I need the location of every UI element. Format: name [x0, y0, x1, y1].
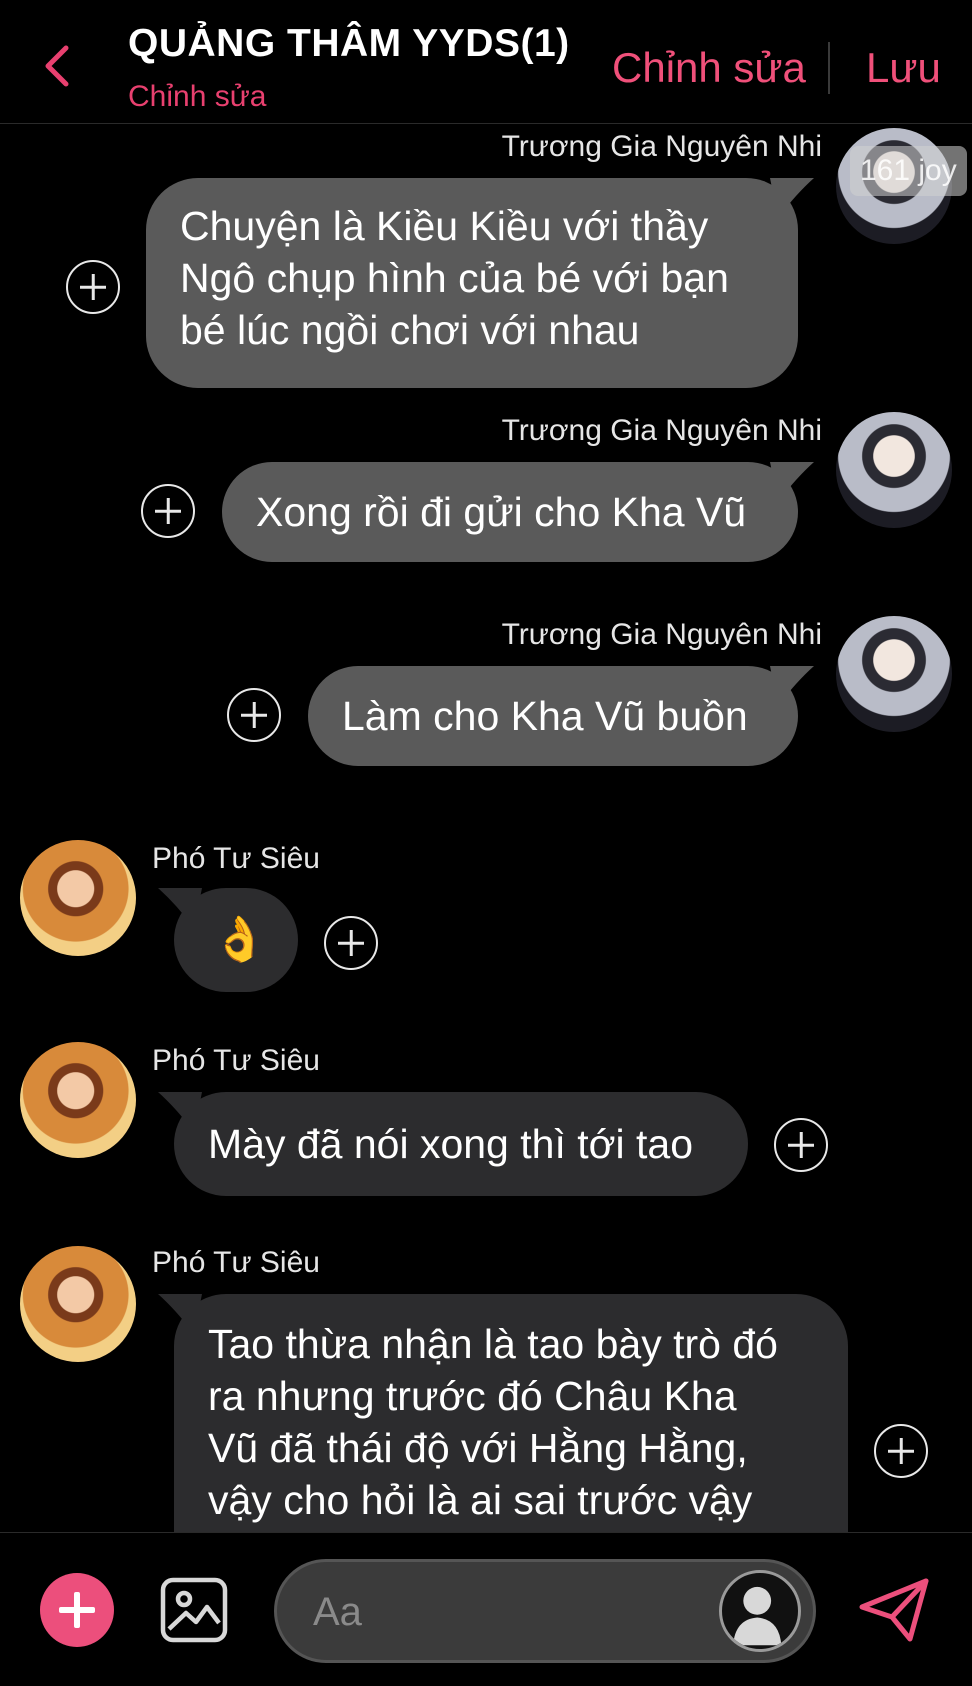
chat-title: QUẢNG THÂM YYDS(1): [128, 22, 570, 65]
sender-name: Trương Gia Nguyên Nhi: [501, 618, 822, 651]
send-icon: [859, 1578, 929, 1642]
message-text-line: Làm cho Kha Vũ buồn: [342, 693, 748, 739]
bubble-tail: [770, 666, 814, 706]
message-text-line: Ngô chụp hình của bé với bạn: [180, 255, 729, 301]
react-add-button[interactable]: [141, 484, 195, 538]
avatar-badge: 161 joy: [850, 146, 967, 196]
sender-avatar[interactable]: [20, 1246, 136, 1362]
message-list[interactable]: Trương Gia Nguyên Nhi Chuyện là Kiều Kiề…: [0, 124, 972, 1532]
message-bubble[interactable]: Mày đã nói xong thì tới tao: [158, 1092, 748, 1196]
message-text-line: Tao thừa nhận là tao bày trò đó: [208, 1321, 778, 1367]
message-bubble[interactable]: Tao thừa nhận là tao bày trò đó ra nhưng…: [158, 1294, 848, 1532]
add-attachment-button[interactable]: [40, 1573, 114, 1647]
header-divider: [828, 42, 830, 94]
bubble-tail: [158, 1092, 202, 1132]
bubble-tail: [770, 462, 814, 502]
sender-avatar[interactable]: [20, 840, 136, 956]
message-text-line: Chuyện là Kiều Kiều với thầy: [180, 203, 709, 249]
chevron-left-icon: [45, 45, 69, 87]
message-text-line: Vũ đã thái độ với Hằng Hằng,: [208, 1425, 748, 1471]
sender-name: Trương Gia Nguyên Nhi: [501, 414, 822, 447]
back-button[interactable]: [38, 40, 78, 92]
message-input[interactable]: [313, 1584, 693, 1640]
react-add-button[interactable]: [66, 260, 120, 314]
sender-avatar[interactable]: [836, 412, 952, 528]
message-text-line: Xong rồi đi gửi cho Kha Vũ: [256, 489, 747, 535]
sender-avatar[interactable]: [836, 616, 952, 732]
chat-subtitle[interactable]: Chỉnh sửa: [128, 80, 267, 114]
sender-name: Phó Tư Siêu: [152, 1246, 320, 1279]
sender-name: Phó Tư Siêu: [152, 1044, 320, 1077]
bubble-tail: [158, 1294, 202, 1334]
send-button[interactable]: [858, 1577, 930, 1643]
react-add-button[interactable]: [774, 1118, 828, 1172]
user-silhouette-icon: [733, 1586, 782, 1646]
message-bubble[interactable]: Làm cho Kha Vũ buồn: [308, 666, 814, 766]
message-text-line: bé lúc ngồi chơi với nhau: [180, 307, 640, 353]
bubble-tail: [158, 888, 202, 928]
message-text-line: Mày đã nói xong thì tới tao: [208, 1121, 693, 1167]
sender-name: Phó Tư Siêu: [152, 842, 320, 875]
sender-avatar[interactable]: [20, 1042, 136, 1158]
message-text-line: vậy cho hỏi là ai sai trước vậy: [208, 1477, 753, 1523]
message-bubble[interactable]: Chuyện là Kiều Kiều với thầy Ngô chụp hì…: [146, 178, 814, 388]
react-add-button[interactable]: [324, 916, 378, 970]
react-add-button[interactable]: [227, 688, 281, 742]
message-bubble[interactable]: 👌: [158, 888, 298, 992]
composer-bar: [0, 1532, 972, 1686]
react-add-button[interactable]: [874, 1424, 928, 1478]
ok-hand-emoji: 👌: [212, 915, 267, 964]
save-button[interactable]: Lưu: [866, 44, 941, 92]
bubble-tail: [770, 178, 814, 218]
image-icon: [160, 1577, 228, 1643]
message-text-line: ra nhưng trước đó Châu Kha: [208, 1373, 737, 1419]
sender-name: Trương Gia Nguyên Nhi: [501, 130, 822, 163]
message-bubble[interactable]: Xong rồi đi gửi cho Kha Vũ: [222, 462, 814, 562]
persona-avatar-button[interactable]: [719, 1570, 801, 1652]
chat-header: QUẢNG THÂM YYDS(1) Chỉnh sửa Chỉnh sửa L…: [0, 0, 972, 124]
message-input-container[interactable]: [274, 1559, 816, 1663]
edit-button[interactable]: Chỉnh sửa: [612, 44, 806, 92]
image-picker-button[interactable]: [160, 1577, 228, 1643]
